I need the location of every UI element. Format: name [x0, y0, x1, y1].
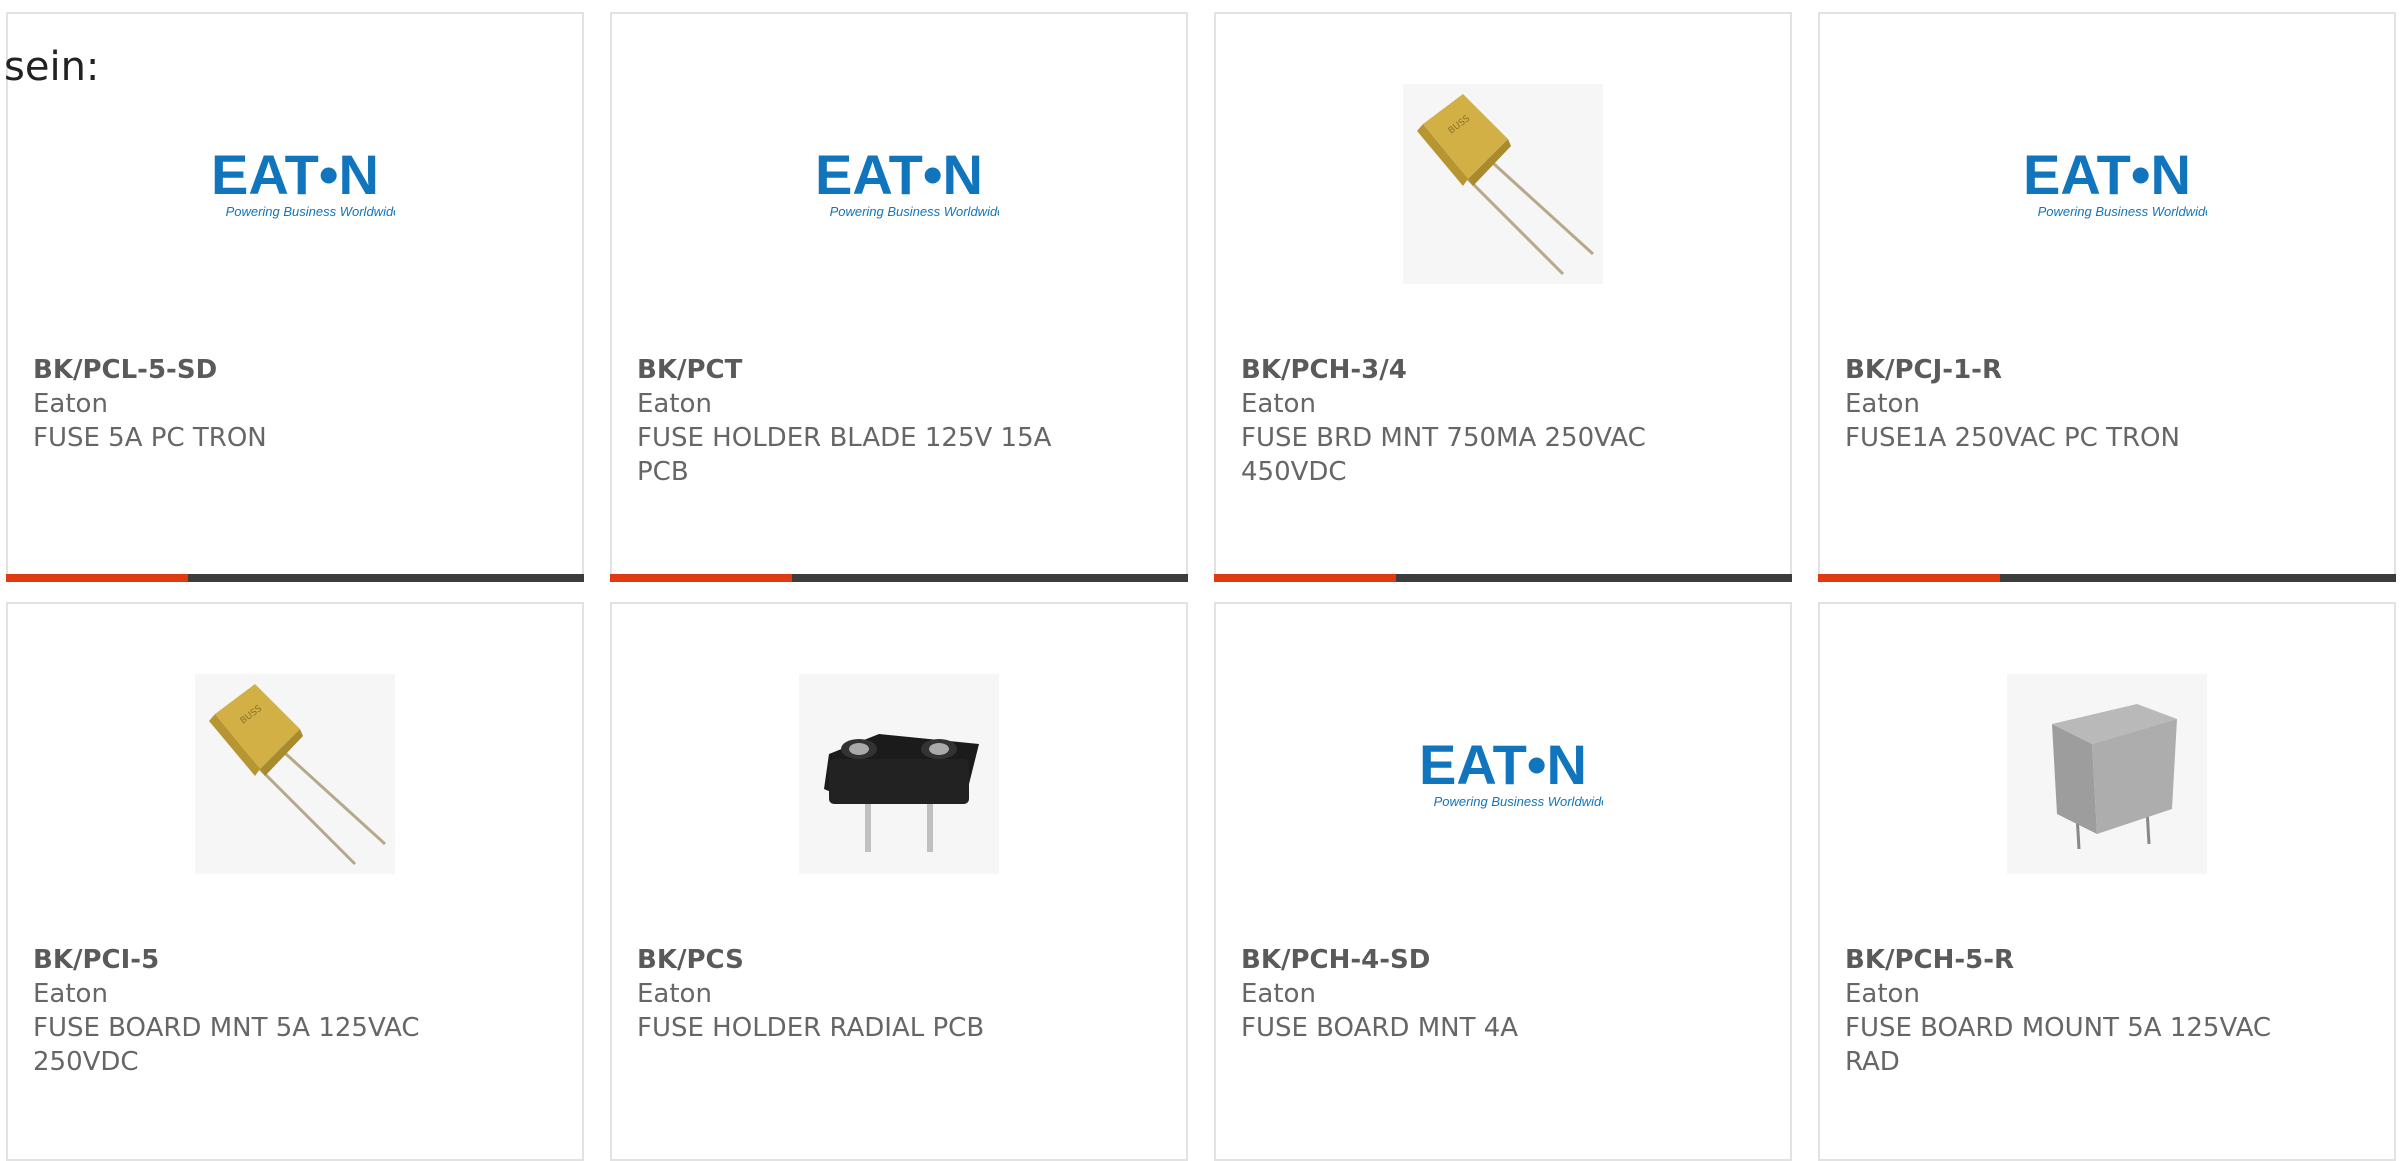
product-description: FUSE BRD MNT 750MA 250VAC 450VDC [1241, 423, 1646, 487]
part-number[interactable]: BK/PCT [637, 353, 1161, 387]
eaton-logo-icon: EAT•N Powering Business Worldwide [2023, 144, 2207, 219]
product-image[interactable]: BUSS [195, 674, 395, 874]
product-card[interactable]: EAT•N Powering Business Worldwide BK/PCH… [1214, 602, 1792, 1161]
product-card[interactable]: BK/PCH-5-R Eaton FUSE BOARD MOUNT 5A 125… [1818, 602, 2396, 1161]
product-info: BK/PCH-5-R Eaton FUSE BOARD MOUNT 5A 125… [1845, 943, 2369, 1079]
svg-text:Powering Business Worldwide: Powering Business Worldwide [1434, 794, 1603, 809]
product-description: FUSE BOARD MNT 4A [1241, 1013, 1519, 1043]
product-info: BK/PCT Eaton FUSE HOLDER BLADE 125V 15A … [637, 353, 1161, 489]
manufacturer: Eaton [1845, 389, 1920, 419]
product-card[interactable]: BUSS BK/PCH-3/4 Eaton FUSE BRD MNT 750MA… [1214, 12, 1792, 582]
manufacturer: Eaton [637, 979, 712, 1009]
svg-text:Powering Business Worldwide: Powering Business Worldwide [2038, 204, 2207, 219]
gray-fuse-icon [2052, 704, 2177, 850]
product-info: BK/PCH-3/4 Eaton FUSE BRD MNT 750MA 250V… [1241, 353, 1765, 489]
product-image[interactable] [799, 674, 999, 874]
card-bottom-bar [1214, 574, 1792, 582]
part-number[interactable]: BK/PCI-5 [33, 943, 557, 977]
svg-text:Powering Business Worldwide: Powering Business Worldwide [830, 204, 999, 219]
part-number[interactable]: BK/PCL-5-SD [33, 353, 557, 387]
product-description: FUSE 5A PC TRON [33, 423, 267, 453]
product-description: FUSE HOLDER BLADE 125V 15A PCB [637, 423, 1052, 487]
product-card[interactable]: BUSS BK/PCI-5 Eaton FUSE BOARD MNT 5A 12… [6, 602, 584, 1161]
product-card[interactable]: EAT•N Powering Business Worldwide BK/PCJ… [1818, 12, 2396, 582]
product-description: FUSE BOARD MNT 5A 125VAC 250VDC [33, 1013, 420, 1077]
product-image[interactable]: EAT•N Powering Business Worldwide [799, 84, 999, 284]
svg-text:EAT•N: EAT•N [815, 144, 983, 206]
product-card[interactable]: BK/PCS Eaton FUSE HOLDER RADIAL PCB [610, 602, 1188, 1161]
manufacturer: Eaton [1241, 979, 1316, 1009]
svg-text:EAT•N: EAT•N [1419, 734, 1587, 796]
eaton-logo-icon: EAT•N Powering Business Worldwide [815, 144, 999, 219]
svg-text:EAT•N: EAT•N [2023, 144, 2191, 206]
svg-text:EAT•N: EAT•N [211, 144, 379, 206]
eaton-logo-icon: EAT•N Powering Business Worldwide [211, 144, 395, 219]
part-number[interactable]: BK/PCH-3/4 [1241, 353, 1765, 387]
product-description: FUSE HOLDER RADIAL PCB [637, 1013, 985, 1043]
product-description: FUSE BOARD MOUNT 5A 125VAC RAD [1845, 1013, 2272, 1077]
product-image[interactable]: EAT•N Powering Business Worldwide [2007, 84, 2207, 284]
card-bottom-bar [1818, 574, 2396, 582]
product-card[interactable]: EAT•N Powering Business Worldwide BK/PCT… [610, 12, 1188, 582]
card-accent [6, 574, 188, 582]
product-info: BK/PCL-5-SD Eaton FUSE 5A PC TRON [33, 353, 557, 455]
card-accent [610, 574, 792, 582]
manufacturer: Eaton [33, 979, 108, 1009]
manufacturer: Eaton [637, 389, 712, 419]
product-image[interactable] [2007, 674, 2207, 874]
manufacturer: Eaton [1845, 979, 1920, 1009]
product-image[interactable]: EAT•N Powering Business Worldwide [195, 84, 395, 284]
product-card[interactable]: EAT•N Powering Business Worldwide BK/PCL… [6, 12, 584, 582]
product-info: BK/PCH-4-SD Eaton FUSE BOARD MNT 4A [1241, 943, 1765, 1045]
yellow-fuse-icon: BUSS [1417, 94, 1595, 276]
product-image[interactable]: EAT•N Powering Business Worldwide [1403, 674, 1603, 874]
card-accent [1818, 574, 2000, 582]
svg-text:Powering Business Worldwide: Powering Business Worldwide [226, 204, 395, 219]
part-number[interactable]: BK/PCH-5-R [1845, 943, 2369, 977]
product-info: BK/PCJ-1-R Eaton FUSE1A 250VAC PC TRON [1845, 353, 2369, 455]
product-grid: sein: EAT•N Powering Business Worldwide … [0, 0, 2400, 1161]
yellow-fuse-icon: BUSS [209, 684, 387, 866]
manufacturer: Eaton [1241, 389, 1316, 419]
product-info: BK/PCS Eaton FUSE HOLDER RADIAL PCB [637, 943, 1161, 1045]
card-accent [1214, 574, 1396, 582]
part-number[interactable]: BK/PCJ-1-R [1845, 353, 2369, 387]
part-number[interactable]: BK/PCS [637, 943, 1161, 977]
part-number[interactable]: BK/PCH-4-SD [1241, 943, 1765, 977]
card-bottom-bar [6, 574, 584, 582]
card-bottom-bar [610, 574, 1188, 582]
product-description: FUSE1A 250VAC PC TRON [1845, 423, 2180, 453]
manufacturer: Eaton [33, 389, 108, 419]
product-image[interactable]: BUSS [1403, 84, 1603, 284]
eaton-logo-icon: EAT•N Powering Business Worldwide [1419, 734, 1603, 809]
black-holder-icon [824, 734, 979, 852]
intro-text: sein: [4, 44, 100, 90]
product-info: BK/PCI-5 Eaton FUSE BOARD MNT 5A 125VAC … [33, 943, 557, 1079]
